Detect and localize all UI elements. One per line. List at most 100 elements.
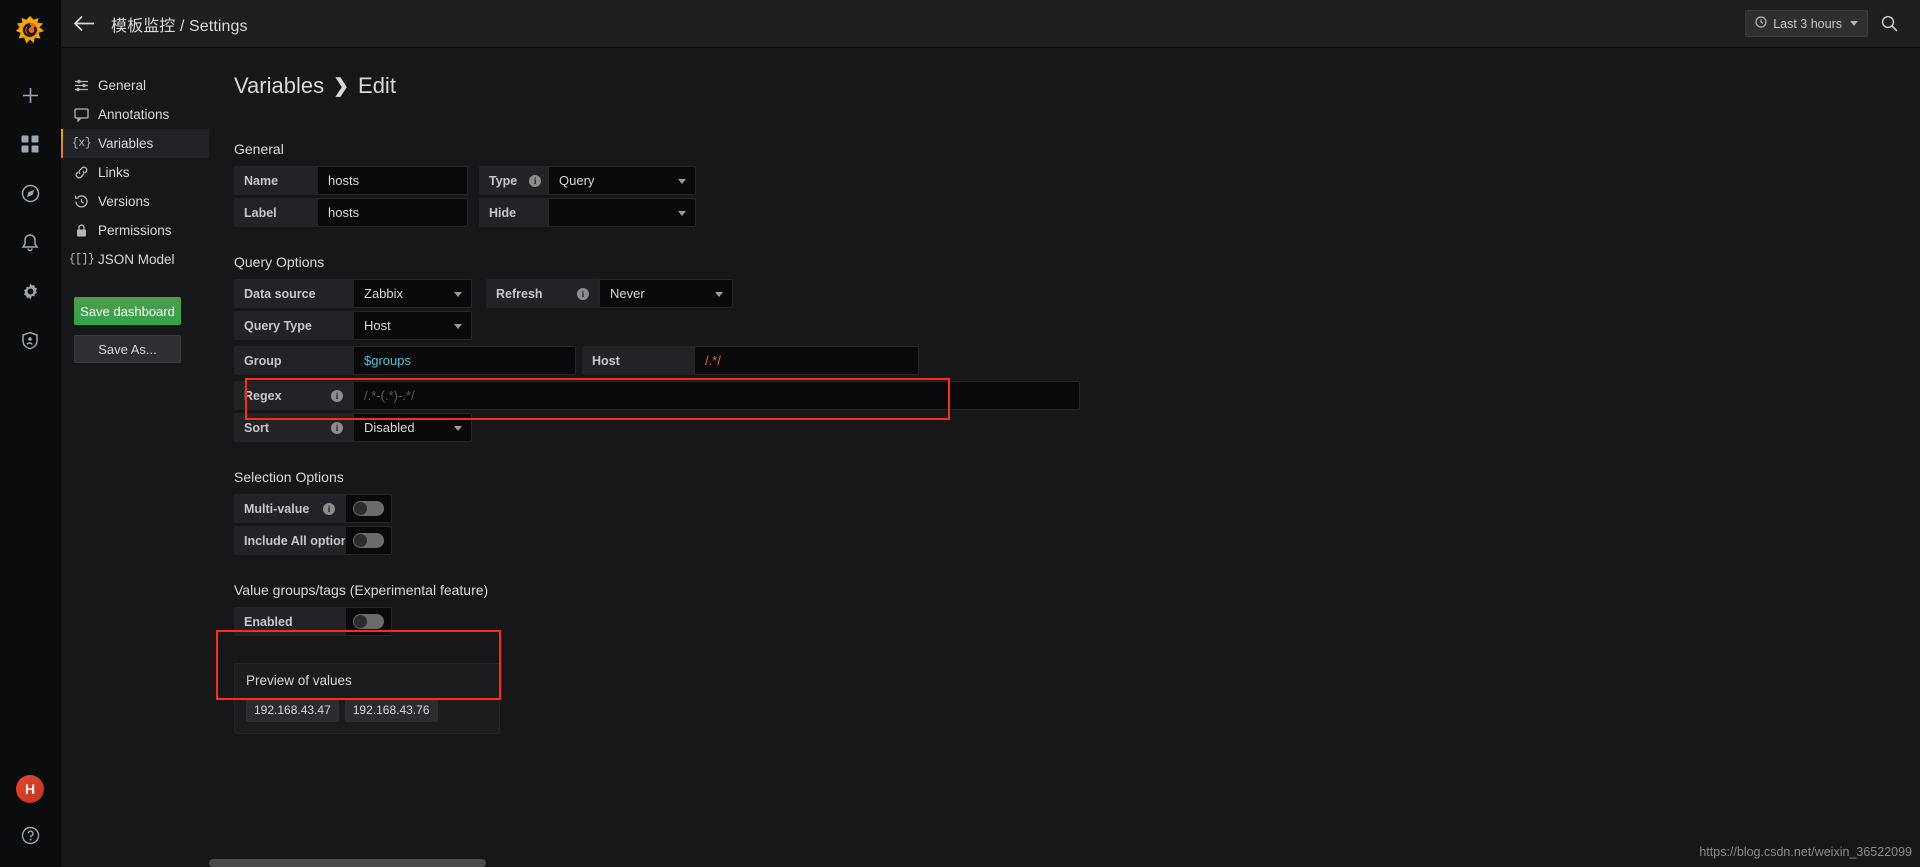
selection-options-section: Selection Options Multi-value i Include …: [234, 469, 1920, 555]
sidebar-item-annotations[interactable]: Annotations: [61, 100, 209, 129]
host-label: Host: [582, 346, 694, 375]
explore-compass-icon[interactable]: [16, 179, 44, 207]
horizontal-scrollbar[interactable]: [209, 859, 486, 867]
preview-value-chip: 192.168.43.47: [246, 698, 339, 722]
save-as-button[interactable]: Save As...: [74, 335, 181, 363]
regex-label-text: Regex: [244, 388, 282, 403]
regex-info-icon[interactable]: i: [319, 389, 343, 402]
host-input[interactable]: /.*/: [694, 346, 919, 375]
preview-of-values-panel: Preview of values 192.168.43.47 192.168.…: [234, 663, 500, 734]
name-label: Name: [234, 166, 317, 195]
value-groups-section: Value groups/tags (Experimental feature)…: [234, 582, 1920, 636]
host-field-group: Host /.*/: [582, 346, 919, 375]
label-input[interactable]: hosts: [317, 198, 468, 227]
type-select[interactable]: Query: [548, 166, 696, 195]
chevron-down-icon: [1850, 21, 1858, 26]
search-icon[interactable]: [1872, 7, 1906, 41]
toggle-switch: [353, 614, 384, 629]
rail-top-group: [16, 81, 44, 354]
query-options-section: Query Options Data source Zabbix Refresh…: [234, 254, 1920, 442]
regex-label: Regex i: [234, 381, 353, 410]
shield-icon[interactable]: [16, 326, 44, 354]
sidebar-item-label: Links: [98, 165, 130, 180]
enabled-label: Enabled: [234, 607, 345, 636]
refresh-field-group: Refresh i Never: [486, 279, 733, 308]
sort-select-value: Disabled: [364, 420, 415, 435]
refresh-select[interactable]: Never: [599, 279, 733, 308]
general-section: General Name hosts Type i Query Label ho…: [234, 141, 1920, 227]
json-braces-icon: {[]}: [68, 253, 95, 266]
query-row-group-host: Group $groups Host /.*/: [234, 346, 1920, 375]
multivalue-toggle[interactable]: [345, 494, 392, 523]
type-field-group: Type i Query: [479, 166, 696, 195]
multivalue-label-text: Multi-value: [244, 501, 310, 516]
bell-icon[interactable]: [16, 228, 44, 256]
chevron-down-icon: [715, 291, 723, 297]
grafana-logo-icon: [15, 15, 45, 43]
general-row-label: Label hosts Hide: [234, 198, 1920, 227]
sidebar-item-general[interactable]: General: [61, 71, 209, 100]
preview-title: Preview of values: [246, 673, 352, 688]
sort-field-group: Sort i Disabled: [234, 413, 472, 442]
query-row-sort: Sort i Disabled: [234, 413, 1920, 442]
page-title-root[interactable]: Variables: [234, 73, 324, 99]
datasource-select-value: Zabbix: [364, 286, 404, 301]
sort-info-icon[interactable]: i: [319, 421, 343, 434]
toggle-switch: [353, 501, 384, 516]
plus-icon[interactable]: [16, 81, 44, 109]
regex-input[interactable]: /.*-(.*)-.*/: [353, 381, 1080, 410]
sidebar-item-variables[interactable]: {x} Variables: [61, 129, 209, 158]
multivalue-info-icon[interactable]: i: [311, 502, 335, 515]
sidebar-item-label: Permissions: [98, 223, 172, 238]
enabled-toggle[interactable]: [345, 607, 392, 636]
save-dashboard-button[interactable]: Save dashboard: [74, 297, 181, 325]
help-question-icon[interactable]: [16, 821, 44, 849]
includeall-field-group: Include All option: [234, 526, 392, 555]
refresh-select-value: Never: [610, 286, 645, 301]
hide-field-group: Hide: [479, 198, 696, 227]
refresh-info-icon[interactable]: i: [565, 287, 589, 300]
sidebar-item-links[interactable]: Links: [61, 158, 209, 187]
profile-avatar[interactable]: H: [16, 775, 44, 803]
avatar: H: [16, 775, 44, 803]
datasource-select[interactable]: Zabbix: [353, 279, 472, 308]
selection-row-includeall: Include All option: [234, 526, 1920, 555]
chevron-down-icon: [678, 178, 686, 184]
hide-label: Hide: [479, 198, 548, 227]
hide-select[interactable]: [548, 198, 696, 227]
group-input[interactable]: $groups: [353, 346, 576, 375]
general-row-name: Name hosts Type i Query: [234, 166, 1920, 195]
name-input[interactable]: hosts: [317, 166, 468, 195]
sidebar-item-json-model[interactable]: {[]} JSON Model: [61, 245, 209, 274]
sidebar-item-versions[interactable]: Versions: [61, 187, 209, 216]
time-range-label: Last 3 hours: [1773, 16, 1842, 31]
sort-label: Sort i: [234, 413, 353, 442]
grafana-logo-button[interactable]: [0, 0, 61, 61]
value-groups-heading: Value groups/tags (Experimental feature): [234, 582, 489, 598]
includeall-toggle[interactable]: [345, 526, 392, 555]
time-range-picker[interactable]: Last 3 hours: [1745, 10, 1868, 37]
back-arrow-icon[interactable]: [61, 0, 107, 48]
gear-icon[interactable]: [16, 277, 44, 305]
refresh-label-text: Refresh: [496, 286, 543, 301]
sidebar-item-permissions[interactable]: Permissions: [61, 216, 209, 245]
sidebar-item-label: Versions: [98, 194, 150, 209]
type-info-icon[interactable]: i: [517, 174, 542, 187]
label-field-group: Label hosts: [234, 198, 468, 227]
group-field-group: Group $groups: [234, 346, 576, 375]
includeall-label: Include All option: [234, 526, 348, 555]
dashboards-icon[interactable]: [16, 130, 44, 158]
type-select-value: Query: [559, 173, 595, 188]
settings-sidebar: General Annotations {x} Variables Links: [61, 48, 209, 867]
page-title: Variables ❯ Edit: [234, 73, 1920, 99]
breadcrumb[interactable]: 模板监控 / Settings: [107, 12, 248, 36]
multivalue-label: Multi-value i: [234, 494, 345, 523]
chevron-right-icon: ❯: [333, 75, 350, 97]
sort-select[interactable]: Disabled: [353, 413, 472, 442]
preview-values-list: 192.168.43.47 192.168.43.76: [246, 698, 488, 722]
query-row-querytype: Query Type Host: [234, 311, 1920, 340]
link-icon: [74, 165, 89, 180]
name-field-group: Name hosts: [234, 166, 468, 195]
querytype-select[interactable]: Host: [353, 311, 472, 340]
querytype-field-group: Query Type Host: [234, 311, 472, 340]
